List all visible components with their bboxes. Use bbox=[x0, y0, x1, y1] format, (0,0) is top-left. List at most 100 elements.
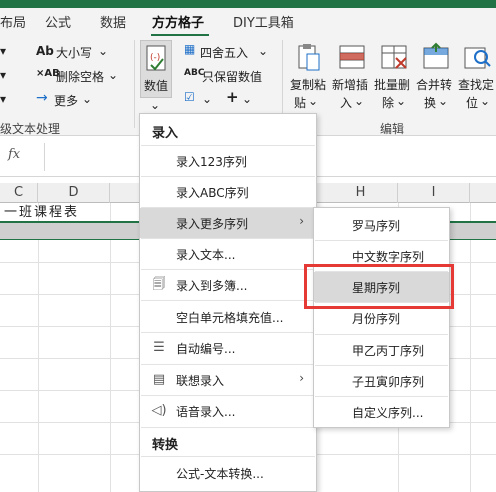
sheet-title-text: 一班课程表 bbox=[4, 205, 80, 220]
more-series-submenu: 罗马序列 中文数字序列 星期序列 月份序列 甲乙丙丁序列 子丑寅卯序列 自定义序… bbox=[313, 207, 450, 428]
edit-cell-dropdown-icon[interactable]: ⌄ bbox=[202, 92, 212, 106]
round-dropdown-icon[interactable]: ⌄ bbox=[258, 44, 268, 58]
column-header-d[interactable]: D bbox=[38, 183, 110, 203]
numeric-button[interactable]: (-) 数值 bbox=[140, 40, 172, 98]
grid-col-line bbox=[470, 203, 471, 492]
case-button[interactable]: 大小写 bbox=[56, 44, 92, 61]
grid-col-line bbox=[110, 203, 111, 492]
menu-item-input-abc[interactable]: 录入ABC序列 bbox=[140, 177, 316, 207]
menu-item-label: 录入到多簿... bbox=[176, 279, 248, 293]
insert-label-2: 入 bbox=[340, 96, 353, 110]
formula-divider bbox=[44, 143, 45, 171]
workbook-icon: 🗐 bbox=[152, 277, 166, 292]
numeric-icon: (-) bbox=[146, 45, 166, 71]
round-button[interactable]: 四舍五入 bbox=[200, 44, 248, 61]
grid-col-line bbox=[38, 203, 39, 492]
menu-item-input-123[interactable]: 录入123序列 bbox=[140, 146, 316, 176]
column-header-h[interactable]: H bbox=[324, 183, 398, 203]
plus-icon[interactable]: + bbox=[226, 88, 239, 106]
submenu-item-label: 子丑寅卯序列 bbox=[352, 375, 425, 389]
case-dropdown-icon[interactable]: ⌄ bbox=[98, 44, 108, 58]
find-dropdown-icon[interactable]: ⌄ bbox=[480, 94, 490, 108]
submenu-item-roman[interactable]: 罗马序列 bbox=[314, 210, 449, 240]
merge-label-1: 合并转 bbox=[416, 78, 453, 92]
column-header-i[interactable]: I bbox=[398, 183, 470, 203]
batch-delete-icon bbox=[381, 45, 407, 69]
menu-item-label: 空白单元格填充值... bbox=[176, 311, 284, 325]
menu-header-input: 录入 bbox=[152, 126, 179, 141]
ribbon-separator-1 bbox=[134, 40, 135, 128]
menu-item-input-multi-books[interactable]: 🗐 录入到多簿... bbox=[140, 270, 316, 300]
more-arrow-icon: → bbox=[36, 90, 48, 106]
submenu-arrow-icon: › bbox=[299, 371, 304, 385]
find-locate-button[interactable]: 查找定 位 ⌄ bbox=[458, 42, 496, 114]
submenu-item-label: 自定义序列... bbox=[352, 406, 424, 420]
batch-delete-dropdown-icon[interactable]: ⌄ bbox=[396, 94, 406, 108]
numeric-label: 数值 bbox=[144, 79, 169, 93]
submenu-item-custom[interactable]: 自定义序列... bbox=[314, 397, 449, 427]
menu-divider bbox=[141, 456, 315, 457]
tab-diy-toolbox[interactable]: DIY工具箱 bbox=[233, 12, 294, 31]
round-icon: ▦ bbox=[184, 42, 196, 56]
menu-item-associate-input[interactable]: ▤ 联想录入 › bbox=[140, 365, 316, 395]
menu-divider bbox=[141, 427, 315, 428]
menu-item-label: 自动编号... bbox=[176, 342, 236, 356]
fx-icon[interactable]: fx bbox=[8, 147, 32, 167]
submenu-item-heavenly-stems[interactable]: 甲乙丙丁序列 bbox=[314, 335, 449, 365]
submenu-item-label: 月份序列 bbox=[352, 312, 401, 326]
merge-convert-button[interactable]: 合并转 换 ⌄ bbox=[416, 42, 456, 114]
menu-item-voice-input[interactable]: ◁) 语音录入... bbox=[140, 396, 316, 426]
keep-value-button[interactable]: 只保留数值 bbox=[202, 68, 262, 85]
merge-label-2: 换 bbox=[424, 96, 437, 110]
menu-item-label: 联想录入 bbox=[176, 374, 225, 388]
tab-data[interactable]: 数据 bbox=[100, 12, 126, 31]
submenu-item-label: 中文数字序列 bbox=[352, 250, 425, 264]
remove-space-button[interactable]: 删除空格 bbox=[56, 68, 104, 85]
menu-item-input-more-series[interactable]: 录入更多序列 › bbox=[140, 208, 316, 238]
more-dropdown-icon[interactable]: ⌄ bbox=[82, 92, 92, 106]
insert-button[interactable]: 新增插 入 ⌄ bbox=[332, 42, 372, 114]
tab-fangfang[interactable]: 方方格子 bbox=[152, 12, 204, 31]
edit-group-label: 编辑 bbox=[380, 122, 405, 136]
more-button[interactable]: 更多 bbox=[54, 92, 78, 109]
insert-label-1: 新增插 bbox=[332, 78, 369, 92]
menu-item-label: 录入文本... bbox=[176, 248, 236, 262]
insert-dropdown-icon[interactable]: ⌄ bbox=[354, 94, 364, 108]
input-menu: 录入 录入123序列 录入ABC序列 录入更多序列 › 录入文本... 🗐 录入… bbox=[139, 113, 317, 492]
numbering-icon: ☰ bbox=[153, 340, 165, 355]
copy-paste-button[interactable]: 复制粘 贴 ⌄ bbox=[288, 42, 328, 114]
find-label-1: 查找定 bbox=[458, 78, 495, 92]
column-header-c[interactable]: C bbox=[0, 183, 38, 203]
menu-item-label: 录入123序列 bbox=[176, 155, 247, 169]
text-group-label: 级文本处理 bbox=[0, 122, 61, 136]
menu-item-formula-text-convert[interactable]: 公式-文本转换... bbox=[140, 458, 316, 488]
clipboard-icon bbox=[298, 44, 320, 71]
copy-paste-label-1: 复制粘 bbox=[290, 78, 327, 92]
numeric-dropdown-icon[interactable]: ⌄ bbox=[150, 98, 160, 112]
speaker-icon: ◁) bbox=[151, 403, 167, 418]
submenu-arrow-icon: › bbox=[299, 214, 304, 228]
menu-item-input-text[interactable]: 录入文本... bbox=[140, 239, 316, 269]
copy-paste-label-2: 贴 bbox=[294, 96, 307, 110]
title-bar bbox=[0, 0, 496, 8]
edit-cell-icon[interactable]: ☑ bbox=[184, 90, 195, 104]
tab-formulas[interactable]: 公式 bbox=[45, 12, 71, 31]
find-icon bbox=[464, 47, 491, 69]
menu-item-auto-numbering[interactable]: ☰ 自动编号... bbox=[140, 333, 316, 363]
batch-delete-button[interactable]: 批量删 除 ⌄ bbox=[374, 42, 414, 114]
remove-space-dropdown-icon[interactable]: ⌄ bbox=[108, 68, 118, 82]
menu-item-label: 录入更多序列 bbox=[176, 217, 249, 231]
menu-item-label: 公式-文本转换... bbox=[176, 467, 264, 481]
ribbon-left-marker-2: ▾ bbox=[0, 68, 7, 82]
batch-delete-label-2: 除 bbox=[382, 96, 395, 110]
merge-icon bbox=[423, 42, 449, 69]
submenu-item-label: 罗马序列 bbox=[352, 219, 401, 233]
associate-icon: ▤ bbox=[152, 372, 166, 387]
merge-dropdown-icon[interactable]: ⌄ bbox=[438, 94, 448, 108]
submenu-item-earthly-branches[interactable]: 子丑寅卯序列 bbox=[314, 366, 449, 396]
menu-item-fill-blank-cells[interactable]: 空白单元格填充值... bbox=[140, 302, 316, 332]
menu-header-convert: 转换 bbox=[152, 438, 179, 453]
plus-dropdown-icon[interactable]: ⌄ bbox=[242, 92, 252, 106]
copy-paste-dropdown-icon[interactable]: ⌄ bbox=[308, 94, 318, 108]
tab-layout[interactable]: 布局 bbox=[0, 12, 26, 31]
